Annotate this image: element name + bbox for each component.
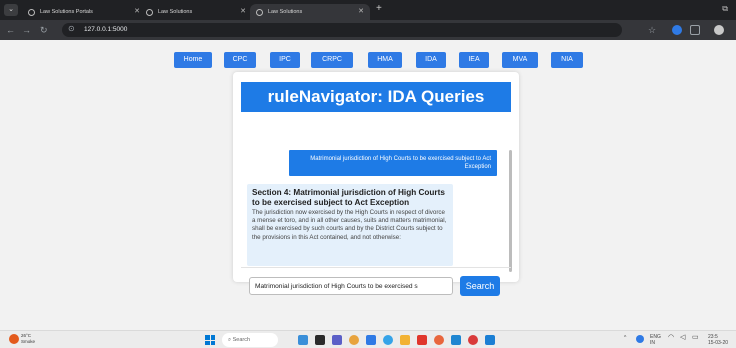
globe-icon <box>256 9 263 16</box>
nav-mva-button[interactable]: MVA <box>502 52 538 68</box>
browser-tab-3[interactable]: Law Solutions ✕ <box>250 4 370 20</box>
nav-iea-button[interactable]: IEA <box>459 52 489 68</box>
nav-home-button[interactable]: Home <box>174 52 212 68</box>
file-explorer-icon[interactable] <box>400 335 410 345</box>
tab-search-button[interactable]: ⌄ <box>4 4 18 16</box>
divider <box>241 267 511 268</box>
search-button[interactable]: Search <box>460 276 500 296</box>
extensions-icon[interactable] <box>690 25 700 35</box>
weather-widget[interactable]: 26°C Smoke <box>21 333 35 345</box>
tab-label: Law Solutions Portals <box>40 9 93 15</box>
user-message: Matrimonial jurisdiction of High Courts … <box>289 150 497 176</box>
browser-app-icon[interactable] <box>434 335 444 345</box>
url-text: 127.0.0.1:5000 <box>84 26 128 33</box>
region-label: IN <box>650 340 655 346</box>
close-icon[interactable]: ✕ <box>358 4 364 20</box>
clock[interactable]: 23:5 15-03-20 <box>708 334 728 346</box>
tray-app-icon[interactable] <box>636 335 644 343</box>
store-icon[interactable] <box>451 335 461 345</box>
task-view-icon[interactable] <box>315 335 325 345</box>
bot-response: Section 4: Matrimonial jurisdiction of H… <box>247 184 453 266</box>
globe-icon <box>146 9 153 16</box>
widgets-icon[interactable] <box>298 335 308 345</box>
chat-scrollbar[interactable] <box>509 150 512 272</box>
nav-nia-button[interactable]: NIA <box>551 52 583 68</box>
vscode-icon[interactable] <box>485 335 495 345</box>
page-title: ruleNavigator: IDA Queries <box>241 82 511 112</box>
browser-tabstrip: ⌄ Law Solutions Portals ✕ Law Solutions … <box>0 0 736 20</box>
chat-history[interactable]: Matrimonial jurisdiction of High Courts … <box>247 116 507 266</box>
address-bar[interactable]: ⊙ 127.0.0.1:5000 <box>62 23 622 37</box>
query-card: ruleNavigator: IDA Queries Matrimonial j… <box>233 72 519 296</box>
edge-icon[interactable] <box>383 335 393 345</box>
profile-icon[interactable] <box>672 25 682 35</box>
reload-icon[interactable]: ↻ <box>40 24 48 36</box>
windows-start-icon[interactable] <box>205 335 215 345</box>
weather-icon[interactable] <box>9 334 19 344</box>
window-controls-icon[interactable]: ⧉ <box>722 4 728 14</box>
teams-icon[interactable] <box>332 335 342 345</box>
nav-cpc-button[interactable]: CPC <box>224 52 256 68</box>
taskbar-search-label: Search <box>232 337 251 343</box>
language-indicator[interactable]: ENG IN <box>650 334 661 346</box>
youtube-icon[interactable] <box>417 335 427 345</box>
search-input[interactable] <box>249 277 453 295</box>
top-navigation: Home CPC IPC CRPC HMA IDA IEA MVA NIA <box>0 52 736 70</box>
back-icon[interactable]: ← <box>6 24 15 36</box>
taskbar: 26°C Smoke ⌕ Search ^ ENG IN ◠ ◁ ▭ 23:5 … <box>0 330 736 348</box>
nav-hma-button[interactable]: HMA <box>368 52 402 68</box>
globe-icon <box>28 9 35 16</box>
browser-tab-1[interactable]: Law Solutions Portals ✕ <box>22 4 146 20</box>
tray-chevron-icon[interactable]: ^ <box>624 335 626 341</box>
bookmark-star-icon[interactable]: ☆ <box>648 24 656 36</box>
weather-desc: Smoke <box>21 339 36 344</box>
account-avatar[interactable] <box>714 25 724 35</box>
response-body: The jurisdiction now exercised by the Hi… <box>252 209 447 241</box>
clock-date: 15-03-20 <box>708 340 729 346</box>
tab-label: Law Solutions <box>268 9 303 15</box>
response-heading: Section 4: Matrimonial jurisdiction of H… <box>252 188 445 207</box>
battery-icon[interactable]: ▭ <box>692 334 699 341</box>
page-content: Home CPC IPC CRPC HMA IDA IEA MVA NIA ru… <box>0 40 736 330</box>
volume-icon[interactable]: ◁ <box>680 334 685 341</box>
opera-icon[interactable] <box>468 335 478 345</box>
nav-ida-button[interactable]: IDA <box>416 52 446 68</box>
new-tab-button[interactable]: + <box>376 3 382 14</box>
wifi-icon[interactable]: ◠ <box>668 334 674 341</box>
taskbar-search[interactable]: ⌕ Search <box>222 333 278 347</box>
browser-tab-2[interactable]: Law Solutions ✕ <box>140 4 252 20</box>
chrome-icon[interactable] <box>349 335 359 345</box>
site-info-icon[interactable]: ⊙ <box>68 24 75 33</box>
nav-ipc-button[interactable]: IPC <box>270 52 300 68</box>
mail-icon[interactable] <box>366 335 376 345</box>
tab-label: Law Solutions <box>158 9 193 15</box>
forward-icon[interactable]: → <box>22 24 31 36</box>
close-icon[interactable]: ✕ <box>240 4 246 20</box>
browser-toolbar: ← → ↻ ⊙ 127.0.0.1:5000 ☆ <box>0 20 736 40</box>
nav-crpc-button[interactable]: CRPC <box>311 52 353 68</box>
